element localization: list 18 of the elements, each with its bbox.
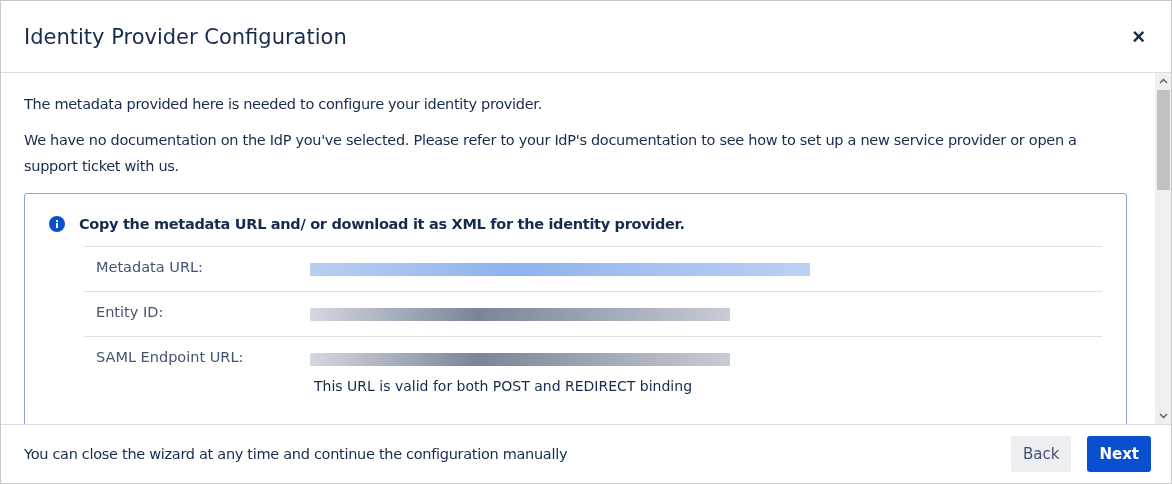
footer-hint: You can close the wizard at any time and continue the configuration manually <box>24 446 568 462</box>
info-icon <box>49 216 65 232</box>
scroll-down-icon[interactable] <box>1158 413 1168 419</box>
close-button[interactable]: × <box>1128 23 1149 50</box>
field-label: Metadata URL: <box>95 258 204 275</box>
dialog-title: Identity Provider Configuration <box>24 24 347 49</box>
back-button[interactable]: Back <box>1011 436 1072 472</box>
scrollbar[interactable] <box>1155 73 1171 424</box>
field-note: This URL is valid for both POST and REDIRECT binding <box>314 378 694 394</box>
panel-heading: Copy the metadata URL and/ or download it as XML for the identity provider. <box>79 216 685 232</box>
next-button[interactable]: Next <box>1087 436 1151 472</box>
scrollbar-thumb[interactable] <box>1156 90 1170 190</box>
redacted-value[interactable] <box>310 263 810 276</box>
field-label: SAML Endpoint URL: <box>95 348 245 365</box>
intro-paragraph: The metadata provided here is needed to configure your identity provider. <box>24 95 543 114</box>
field-label: Entity ID: <box>95 303 165 320</box>
scroll-up-icon[interactable] <box>1158 78 1168 84</box>
intro-paragraph: We have no documentation on the IdP you've selected. Please refer to your IdP's documentation to see how to set up a new service provider or open a support ticket with us. <box>24 131 1078 176</box>
